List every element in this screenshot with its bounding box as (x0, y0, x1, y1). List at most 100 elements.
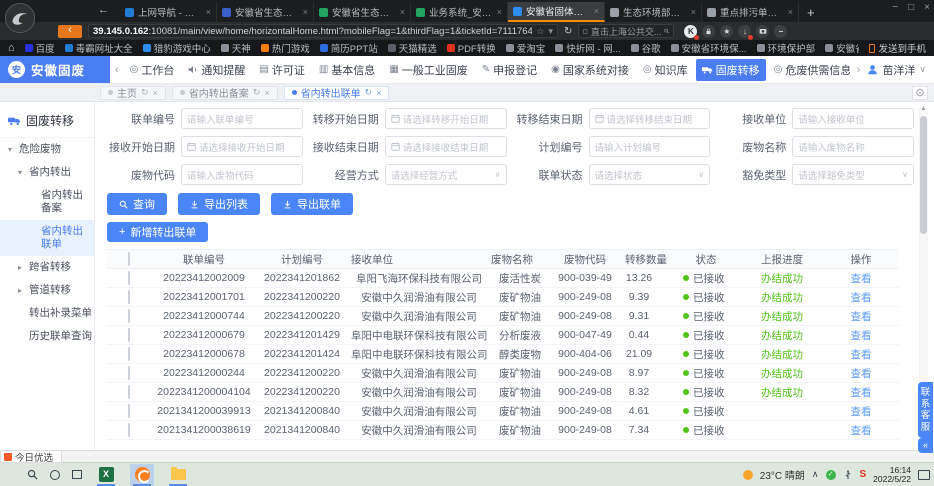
nav-item-declare[interactable]: ✎申报登记 (476, 59, 543, 81)
browser-tab[interactable]: 业务系统_安徽省生...× (411, 2, 508, 22)
browser-tab[interactable]: 生态环境部污染源监...× (605, 2, 702, 22)
task-view-icon[interactable] (72, 470, 82, 479)
checkbox-icon[interactable] (128, 290, 130, 304)
checkbox-icon[interactable] (128, 309, 130, 323)
tab-close-icon[interactable]: × (206, 7, 211, 17)
bookmark-item[interactable]: 天神 (221, 41, 251, 55)
table-row[interactable]: 202234120020092022341201862阜阳飞海环保科技有限公司废… (107, 269, 899, 288)
notification-center-icon[interactable] (918, 470, 930, 480)
browser-tab[interactable]: 安徽省生态环境厅× (314, 2, 411, 22)
taskbar-explorer-icon[interactable] (166, 464, 190, 486)
view-link[interactable]: 查看 (851, 387, 872, 399)
download-icon[interactable]: ↓ (738, 25, 751, 38)
filter-text-input[interactable]: 请输入废物名称 (792, 136, 914, 157)
checkbox-icon[interactable] (128, 271, 130, 285)
bookmark-item[interactable]: 猎豹游戏中心 (143, 41, 211, 55)
filter-select[interactable]: 请选择豁免类型∨ (792, 164, 914, 185)
filter-date-input[interactable]: 请选择接收开始日期 (181, 136, 303, 157)
sidebar-item[interactable]: 历史联单查询 (0, 325, 94, 348)
bookmark-item[interactable]: 百度 (25, 41, 55, 55)
page-tab[interactable]: 主页↻× (100, 86, 166, 100)
nav-scroll-left-icon[interactable]: ‹ (112, 64, 122, 76)
nav-item-supply[interactable]: ◎危废供需信息发 (768, 59, 850, 81)
close-icon[interactable]: × (924, 2, 930, 13)
screenshot-icon[interactable] (756, 25, 769, 38)
collapse-arrow-icon[interactable]: ▸ (18, 261, 26, 274)
tab-close-icon[interactable]: × (691, 7, 696, 17)
bookmark-item[interactable]: 安徽省环境在... (825, 41, 859, 55)
bookmark-item[interactable]: 环境保护部 (757, 41, 816, 55)
tab-close-icon[interactable]: × (497, 7, 502, 17)
sidebar-item[interactable]: ▸跨省转移 (0, 256, 94, 279)
sidebar-item[interactable]: ▾省内转出 (0, 161, 94, 184)
view-link[interactable]: 查看 (851, 330, 872, 342)
nav-item-industrial[interactable]: ▦一般工业固废 (383, 59, 473, 81)
bookmark-item[interactable]: PDF转换 (447, 41, 496, 55)
progress-label[interactable]: 办结成功 (761, 311, 803, 323)
export-list-button[interactable]: 导出列表 (178, 193, 260, 215)
progress-label[interactable]: 办结成功 (761, 330, 803, 342)
maximize-icon[interactable]: □ (908, 2, 914, 13)
user-chevron-down-icon[interactable]: ∨ (919, 64, 926, 75)
view-link[interactable]: 查看 (851, 368, 872, 380)
filter-text-input[interactable]: 请输入联单编号 (181, 108, 303, 129)
minimize-icon[interactable]: − (892, 2, 898, 13)
expand-arrow-icon[interactable]: ▾ (8, 143, 16, 156)
table-row[interactable]: 202234120002442022341200220安徽中久润滑油有限公司废矿… (107, 364, 899, 383)
checkbox-icon[interactable] (128, 252, 130, 266)
refresh-icon[interactable]: ↻ (564, 26, 572, 37)
progress-label[interactable]: 办结成功 (761, 349, 803, 361)
checkbox-icon[interactable] (128, 347, 130, 361)
filter-text-input[interactable]: 请输入计划编号 (589, 136, 711, 157)
bookmark-item[interactable]: 安徽省环境保... (671, 41, 747, 55)
tab-history-back-icon[interactable]: ← (98, 4, 109, 16)
send-to-phone-button[interactable]: 发送到手机 (869, 41, 926, 55)
tab-options-icon[interactable]: ⊙ (912, 86, 928, 100)
filter-date-input[interactable]: 请选择转移开始日期 (385, 108, 507, 129)
nav-item-knowledge[interactable]: ◎知识库 (637, 59, 694, 81)
sidebar-item[interactable]: ▾危险废物 (0, 138, 94, 161)
page-tab[interactable]: 省内转出联单↻× (284, 86, 390, 100)
favorites-icon[interactable]: ★ (720, 25, 733, 38)
sidebar-item[interactable]: 转出补录菜单 (0, 302, 94, 325)
browser-tab[interactable]: 重点排污单位自动监...× (702, 2, 799, 22)
bookmark-item[interactable]: 爱淘宝 (506, 41, 546, 55)
account-icon[interactable]: K (684, 25, 697, 38)
view-link[interactable]: 查看 (851, 273, 872, 285)
tab-close-icon[interactable]: × (400, 7, 405, 17)
security-ok-icon[interactable]: ✓ (826, 470, 836, 480)
collapse-widget-button[interactable]: « (918, 438, 933, 453)
tab-close-icon[interactable]: × (788, 7, 793, 17)
browser-tab[interactable]: 上网导航 - 安全实用...× (120, 2, 217, 22)
table-row[interactable]: 20213412000399132021341200840安徽中久润滑油有限公司… (107, 402, 899, 421)
sogou-input-icon[interactable]: S (860, 469, 867, 480)
browser-search-box[interactable]: 直击上海公共交... (578, 24, 674, 38)
export-sheet-button[interactable]: 导出联单 (271, 193, 353, 215)
home-icon[interactable]: ⌂ (8, 42, 15, 54)
table-row[interactable]: 202234120017012022341200220安徽中久润滑油有限公司废矿… (107, 288, 899, 307)
view-link[interactable]: 查看 (851, 349, 872, 361)
table-row[interactable]: 202234120007442022341200220安徽中久润滑油有限公司废矿… (107, 307, 899, 326)
filter-select[interactable]: 请选择状态∨ (589, 164, 711, 185)
filter-date-input[interactable]: 请选择接收结束日期 (385, 136, 507, 157)
filter-select[interactable]: 请选择经营方式∨ (385, 164, 507, 185)
page-tab[interactable]: 省内转出备案↻× (172, 86, 278, 100)
nav-item-license[interactable]: ▤许可证 (253, 59, 310, 81)
bookmark-item[interactable]: 谷歌 (631, 41, 661, 55)
checkbox-icon[interactable] (128, 328, 130, 342)
usb-icon[interactable] (843, 470, 853, 480)
view-link[interactable]: 查看 (851, 311, 872, 323)
menu-icon[interactable]: − (774, 25, 787, 38)
url-field[interactable]: 39.145.0.162:10081/main/view/home/horizo… (88, 24, 558, 38)
start-button[interactable] (4, 469, 15, 480)
tab-close-icon[interactable]: × (594, 6, 599, 16)
bookmark-item[interactable]: 毒霸网址大全 (65, 41, 133, 55)
bookmark-item[interactable]: 热门游戏 (261, 41, 310, 55)
checkbox-icon[interactable] (128, 423, 130, 437)
taskbar-search-icon[interactable] (27, 469, 38, 480)
add-transfer-button[interactable]: + 新增转出联单 (107, 222, 208, 242)
browser-tab[interactable]: 安徽省固体废物管理× (508, 2, 605, 22)
table-row[interactable]: 202234120006792022341201429阜阳中电联环保科技有限公司… (107, 326, 899, 345)
checkbox-icon[interactable] (128, 366, 130, 380)
filter-text-input[interactable]: 请输入接收单位 (792, 108, 914, 129)
